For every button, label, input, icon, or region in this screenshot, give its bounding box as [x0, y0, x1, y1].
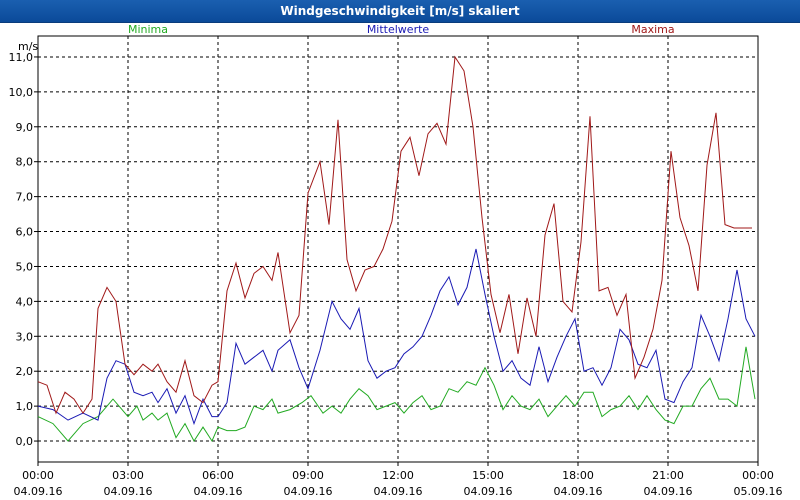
- x-tick-date: 04.09.16: [284, 485, 333, 498]
- y-tick-label: 7,0: [16, 191, 34, 204]
- x-tick-time: 15:00: [472, 469, 504, 482]
- x-tick-date: 04.09.16: [104, 485, 153, 498]
- y-axis-label: m/s: [18, 40, 38, 53]
- x-tick-time: 09:00: [292, 469, 324, 482]
- line-chart: 0,01,02,03,04,05,06,07,08,09,010,011,0 0…: [9, 23, 783, 498]
- chart-window: Windgeschwindigkeit [m/s] skaliert 0,0 1,…: [0, 0, 800, 500]
- x-tick-date: 04.09.16: [374, 485, 423, 498]
- x-tick-time: 12:00: [382, 469, 414, 482]
- y-tick-label: 3,0: [16, 330, 34, 343]
- x-tick-date: 04.09.16: [554, 485, 603, 498]
- y-axis: 0,01,02,03,04,05,06,07,08,09,010,011,0: [9, 51, 38, 448]
- y-tick-label: 10,0: [9, 86, 34, 99]
- x-tick-time: 21:00: [652, 469, 684, 482]
- y-tick-label: 9,0: [16, 121, 34, 134]
- legend-item-maxima: Maxima: [631, 23, 674, 36]
- y-tick-label: 2,0: [16, 365, 34, 378]
- legend-item-minima: Minima: [128, 23, 168, 36]
- x-tick-time: 00:00: [22, 469, 54, 482]
- x-tick-time: 06:00: [202, 469, 234, 482]
- x-tick-date: 04.09.16: [464, 485, 513, 498]
- y-tick-label: 5,0: [16, 260, 34, 273]
- x-tick-date: 05.09.16: [734, 485, 783, 498]
- y-tick-label: 6,0: [16, 226, 34, 239]
- x-tick-time: 18:00: [562, 469, 594, 482]
- x-tick-date: 04.09.16: [194, 485, 243, 498]
- x-axis: 00:00 04.09.16 03:00 04.09.16 06:00 04.09.16 0…: [14, 462, 783, 498]
- x-tick-date: 04.09.16: [644, 485, 693, 498]
- y-tick-label: 8,0: [16, 156, 34, 169]
- legend: Minima Mittelwerte Maxima: [128, 23, 675, 36]
- x-tick-time: 00:00: [742, 469, 774, 482]
- y-tick-label: 0,0: [16, 435, 34, 448]
- legend-item-mittelwerte: Mittelwerte: [367, 23, 430, 36]
- x-tick-date: 04.09.16: [14, 485, 63, 498]
- y-tick-label: 4,0: [16, 295, 34, 308]
- y-tick-label: 1,0: [16, 400, 34, 413]
- x-tick-time: 03:00: [112, 469, 144, 482]
